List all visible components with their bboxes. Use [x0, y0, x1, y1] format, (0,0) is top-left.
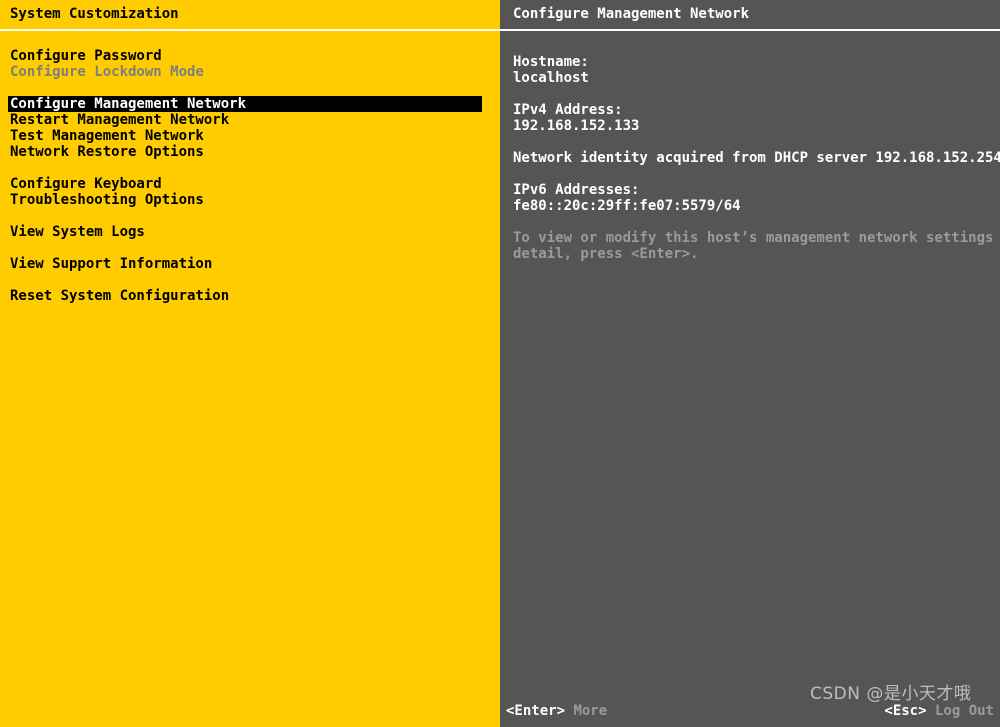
configure-management-network-panel: Configure Management Network Hostname: lo…: [500, 0, 1000, 727]
info-line-ipv4-address: IPv4 Address:: [513, 102, 623, 118]
left-header-divider: [0, 29, 500, 31]
info-line-localhost: localhost: [513, 70, 589, 86]
left-panel-title: System Customization: [10, 6, 179, 22]
info-line-192-168-152-133: 192.168.152.133: [513, 118, 640, 134]
menu-item-troubleshooting-options[interactable]: Troubleshooting Options: [0, 192, 500, 208]
menu-item-configure-lockdown-mode: Configure Lockdown Mode: [10, 64, 204, 80]
menu-item-network-restore-options[interactable]: Network Restore Options: [0, 144, 500, 160]
info-line-network-identity-acquired-from-dhcp-serv: Network identity acquired from DHCP serv…: [513, 150, 1000, 166]
esc-key-gap: [927, 703, 935, 719]
menu-item-configure-management-network[interactable]: Configure Management Network: [8, 96, 482, 112]
esc-action-label: Log Out: [934, 703, 994, 719]
info-line-fe80-20c-29ff-fe07-5579-64: fe80::20c:29ff:fe07:5579/64: [513, 198, 741, 214]
status-enter-more[interactable]: <Enter> More: [506, 703, 607, 719]
dcui-screen: System Customization Configure Password C…: [0, 0, 1000, 727]
menu-item-view-system-logs[interactable]: View System Logs: [0, 224, 500, 240]
menu-item-configure-password[interactable]: Configure Password: [0, 48, 500, 64]
system-customization-menu[interactable]: Configure Password Configure Lockdown Mod…: [0, 48, 500, 304]
info-line-hostname: Hostname:: [513, 54, 589, 70]
info-line-to-view-or-modify-this-host-s-management: To view or modify this host’s management…: [513, 230, 1000, 246]
menu-item-configure-keyboard[interactable]: Configure Keyboard: [0, 176, 500, 192]
system-customization-panel: System Customization Configure Password C…: [0, 0, 500, 727]
status-bar: <Enter> More <Esc> Log Out: [500, 703, 1000, 719]
menu-item-view-support-information[interactable]: View Support Information: [0, 256, 500, 272]
menu-spacer: [0, 272, 500, 288]
menu-item-restart-management-network[interactable]: Restart Management Network: [0, 112, 500, 128]
info-line-ipv6-addresses: IPv6 Addresses:: [513, 182, 640, 198]
menu-item-test-management-network[interactable]: Test Management Network: [0, 128, 500, 144]
menu-spacer: [0, 208, 500, 224]
menu-item-reset-system-configuration[interactable]: Reset System Configuration: [0, 288, 500, 304]
network-details-list: Hostname: localhost IPv4 Address: 192.168.1…: [500, 54, 1000, 262]
menu-spacer: [0, 240, 500, 256]
menu-spacer: [0, 80, 500, 96]
enter-key-label: <Enter>: [506, 703, 566, 719]
enter-action-label: More: [573, 703, 608, 719]
right-header-divider: [500, 29, 1000, 31]
info-line-detail-press-enter: detail, press <Enter>.: [513, 246, 699, 262]
menu-spacer: [0, 160, 500, 176]
status-esc-logout[interactable]: <Esc> Log Out: [884, 703, 994, 719]
esc-key-label: <Esc>: [884, 703, 927, 719]
right-panel-title: Configure Management Network: [513, 6, 750, 22]
